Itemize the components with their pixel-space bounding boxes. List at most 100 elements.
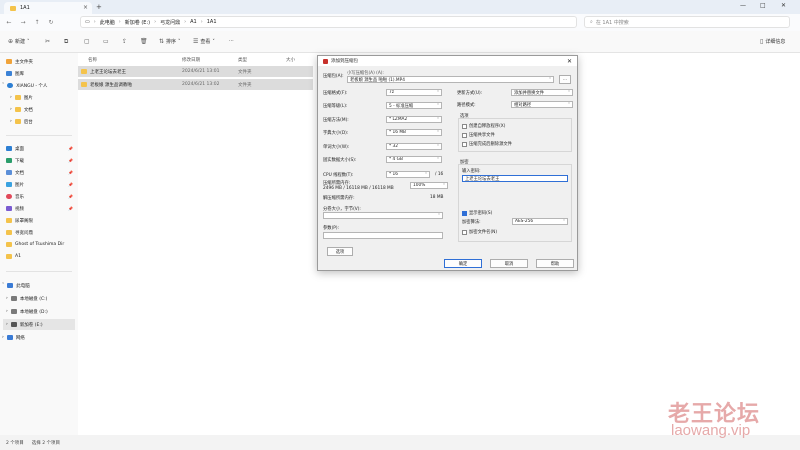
- paste-icon: ▢: [84, 38, 90, 45]
- column-name[interactable]: 名称: [88, 57, 97, 63]
- sidebar-item-network[interactable]: › 网络: [2, 332, 25, 343]
- sidebar-item-cloud[interactable]: ˅ XIANGU - 个人: [2, 80, 47, 91]
- paste-button[interactable]: ▢: [84, 38, 90, 45]
- cancel-button[interactable]: 取消: [490, 259, 528, 268]
- sidebar-item-documents[interactable]: 文档: [6, 167, 24, 178]
- memory-usage-select[interactable]: 100% ˅: [410, 182, 448, 189]
- close-window-icon[interactable]: ✕: [781, 2, 786, 9]
- maximize-icon[interactable]: □: [760, 2, 766, 9]
- drive-icon: [10, 322, 17, 327]
- minimize-icon[interactable]: —: [740, 2, 746, 9]
- params-input[interactable]: [323, 232, 443, 239]
- more-button[interactable]: ···: [229, 38, 234, 44]
- breadcrumb-folder[interactable]: 弓龙问鼎: [160, 19, 180, 26]
- column-date[interactable]: 修改日期: [182, 57, 200, 63]
- sidebar-item-videos[interactable]: 视频: [6, 203, 24, 214]
- shared-checkbox[interactable]: 压缩共享文件: [462, 132, 495, 138]
- encrypt-names-checkbox[interactable]: 加密文件名(N): [462, 229, 497, 235]
- breadcrumb-a1[interactable]: A1: [190, 19, 197, 25]
- update-select[interactable]: 添加并替换文件 ˅: [511, 89, 573, 96]
- sidebar-item-drive-d[interactable]: › 本地磁盘 (D:): [6, 306, 48, 317]
- breadcrumb-1a1[interactable]: 1A1: [207, 19, 217, 25]
- password-input[interactable]: 上老王论坛去老王: [462, 175, 568, 182]
- sidebar-item-pictures[interactable]: 图片: [6, 179, 24, 190]
- desktop-icon: [6, 146, 12, 151]
- sfx-checkbox[interactable]: 创建自释放程序(X): [462, 123, 505, 129]
- trash-icon: 🗑: [140, 38, 148, 45]
- breadcrumb-this-pc[interactable]: 此电脑: [100, 19, 115, 26]
- sidebar-item-music[interactable]: 音乐: [6, 191, 24, 202]
- close-tab-icon[interactable]: ×: [83, 4, 88, 11]
- details-pane-icon: ▯: [760, 38, 764, 45]
- close-icon[interactable]: ✕: [567, 58, 572, 65]
- cut-button[interactable]: ✂: [45, 38, 50, 45]
- sidebar-item-drive-e[interactable]: › 新加卷 (E:): [3, 319, 75, 330]
- word-label: 单词大小(W):: [323, 145, 350, 150]
- browse-button[interactable]: ...: [559, 75, 571, 84]
- sidebar-item-this-pc[interactable]: ˅ 此电脑: [2, 280, 30, 291]
- show-password-checkbox[interactable]: 显示密码(S): [462, 210, 492, 216]
- ok-button[interactable]: 确定: [444, 259, 482, 268]
- split-select[interactable]: ˅: [323, 212, 443, 219]
- sidebar-item-folder-1[interactable]: 尿罩阁限: [6, 215, 33, 226]
- sidebar-item-drive-c[interactable]: › 本地磁盘 (C:): [6, 293, 47, 304]
- address-bar[interactable]: ▭ › 此电脑 › 新加卷 (E:) › 弓龙问鼎 › A1 › 1A1: [80, 16, 577, 28]
- sidebar-item-cloud-backend[interactable]: › 后台: [10, 116, 33, 127]
- path-select[interactable]: 相对路径 ˅: [511, 101, 573, 108]
- tab-1a1[interactable]: 1A1 ×: [4, 2, 92, 14]
- network-icon: [6, 335, 13, 340]
- sidebar-item-folder-3[interactable]: Ghost of Tsushima Dir: [6, 239, 64, 250]
- monitor-icon: ▭: [85, 19, 90, 25]
- search-input[interactable]: ⌕ 在 1A1 中搜索: [584, 16, 790, 28]
- dialog-title: 添加到压缩包: [331, 59, 358, 64]
- table-row[interactable]: 老板娘 源生品调教啪 2024/6/21 13:02 文件夹: [78, 79, 313, 90]
- chevron-down-icon: ˅: [437, 103, 439, 108]
- sidebar-item-desktop[interactable]: 桌面: [6, 143, 24, 154]
- item-count: 2 个项目: [6, 440, 24, 446]
- help-button[interactable]: 帮助: [536, 259, 574, 268]
- sidebar-item-downloads[interactable]: 下载: [6, 155, 24, 166]
- rename-button[interactable]: ▭: [103, 38, 109, 45]
- column-size[interactable]: 大小: [286, 57, 295, 63]
- copy-button[interactable]: ⧉: [64, 38, 68, 46]
- solid-select[interactable]: * 4 GB ˅: [386, 156, 442, 163]
- sort-button[interactable]: ⇅ 排序 ˅: [159, 38, 181, 45]
- share-button[interactable]: ⇪: [122, 38, 127, 45]
- watermark-url: laowang.vip: [671, 422, 751, 439]
- archive-name-label: 压缩包(A):: [323, 74, 344, 79]
- sidebar-item-folder-a1[interactable]: A1: [6, 251, 21, 262]
- word-select[interactable]: * 32 ˅: [386, 143, 442, 150]
- delete-after-checkbox[interactable]: 压缩完成后删除源文件: [462, 141, 512, 147]
- column-type[interactable]: 类型: [238, 57, 247, 63]
- format-select[interactable]: 7z ˅: [386, 89, 442, 96]
- back-icon[interactable]: ←: [4, 19, 14, 26]
- sidebar-item-folder-2[interactable]: 寻宽问鼎: [6, 227, 33, 238]
- sidebar-item-cloud-docs[interactable]: › 文档: [10, 104, 33, 115]
- sidebar-item-gallery[interactable]: 图库: [6, 68, 24, 79]
- refresh-icon[interactable]: ↻: [46, 19, 56, 26]
- encryption-method-select[interactable]: AES-256 ˅: [512, 218, 568, 225]
- sidebar-item-cloud-pictures[interactable]: › 图片: [10, 92, 33, 103]
- new-button[interactable]: ⊕ 新建 ˅: [8, 38, 30, 45]
- method-select[interactable]: * LZMA2 ˅: [386, 116, 442, 123]
- chevron-right-icon: ›: [6, 309, 8, 314]
- new-tab-button[interactable]: +: [96, 3, 102, 11]
- encryption-method-label: 加密算法:: [462, 220, 481, 225]
- archive-name-input[interactable]: 老板娘 源生品 啪啪 (1).MP4 ˅: [347, 76, 554, 83]
- level-select[interactable]: 5 - 标准压缩 ˅: [386, 102, 442, 109]
- cpu-select[interactable]: * 16 ˅: [386, 171, 430, 178]
- options-button[interactable]: 选项: [327, 247, 353, 256]
- breadcrumb-drive[interactable]: 新加卷 (E:): [125, 19, 150, 26]
- sidebar-item-home[interactable]: 主文件夹: [6, 56, 33, 67]
- table-row[interactable]: 上老王论坛去老王 2024/6/21 13:01 文件夹: [78, 66, 313, 77]
- folder-icon: [81, 82, 87, 87]
- details-button[interactable]: ▯ 详细信息: [760, 38, 785, 45]
- delete-button[interactable]: 🗑: [140, 38, 148, 45]
- chevron-down-icon: ˅: [438, 213, 440, 218]
- pin-icon: 📌: [68, 182, 73, 187]
- up-icon[interactable]: ↑: [32, 19, 42, 26]
- forward-icon[interactable]: →: [18, 19, 28, 26]
- chevron-down-icon: ˅: [563, 219, 565, 224]
- dict-select[interactable]: * 16 MB ˅: [386, 129, 442, 136]
- view-button[interactable]: ☰ 查看 ˅: [193, 38, 215, 45]
